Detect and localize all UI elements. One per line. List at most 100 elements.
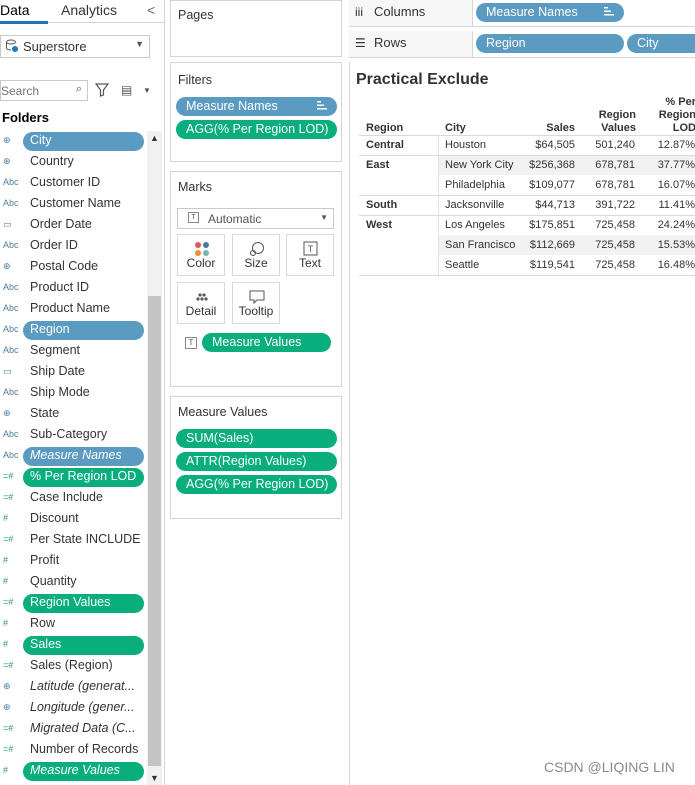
cell-region[interactable]: East [366,159,389,171]
cell-region-values[interactable]: 501,240 [576,139,635,151]
field-item[interactable]: ⊕ City [0,131,147,152]
cell-region-values[interactable]: 391,722 [576,199,635,211]
field-item[interactable]: ⊕ Country [0,152,147,173]
cell-pct-region-lod[interactable]: 15.53% [640,239,695,251]
tab-data[interactable]: Data [0,2,48,24]
field-item[interactable]: =# % Per Region LOD [0,467,147,488]
text-button[interactable]: T Text [286,234,334,276]
cell-sales[interactable]: $119,541 [510,259,575,271]
color-button[interactable]: Color [177,234,225,276]
scroll-down-icon[interactable]: ▼ [150,773,159,783]
cell-city[interactable]: Los Angeles [445,219,505,231]
field-item[interactable]: =# Sales (Region) [0,656,147,677]
scrollbar-thumb[interactable] [148,296,161,766]
field-item[interactable]: =# Per State INCLUDE [0,530,147,551]
cell-pct-region-lod[interactable]: 16.07% [640,179,695,191]
col-header-city[interactable]: City [445,122,466,135]
col-header-region-values[interactable]: Region Values [586,109,636,135]
field-item[interactable]: ⊕ Longitude (gener... [0,698,147,719]
cell-sales[interactable]: $109,077 [510,179,575,191]
cell-pct-region-lod[interactable]: 24.24% [640,219,695,231]
chevron-down-icon[interactable]: ▼ [143,86,151,95]
field-item[interactable]: Abc Product Name [0,299,147,320]
cell-region-values[interactable]: 725,458 [576,259,635,271]
field-item[interactable]: Abc Segment [0,341,147,362]
field-item[interactable]: Abc Region [0,320,147,341]
field-item[interactable]: =# Migrated Data (C... [0,719,147,740]
view-options-icon[interactable]: ▤ [121,83,132,97]
cell-region[interactable]: West [366,219,392,231]
col-header-pct-region-lod[interactable]: % Per Region LOD [646,96,695,135]
field-item[interactable]: ⊕ State [0,404,147,425]
field-item[interactable]: # Quantity [0,572,147,593]
field-search[interactable]: ⌕ [0,80,88,101]
rows-shelf[interactable]: ☰ Rows Region City [349,31,695,58]
cell-region-values[interactable]: 725,458 [576,219,635,231]
filter-pill-pct-region-lod[interactable]: AGG(% Per Region LOD) [176,120,337,139]
cell-region-values[interactable]: 678,781 [576,159,635,171]
filters-card[interactable]: Filters Measure Names AGG(% Per Region L… [170,62,342,162]
field-item[interactable]: Abc Sub-Category [0,425,147,446]
pages-card[interactable]: Pages [170,0,342,57]
detail-button[interactable]: Detail [177,282,225,324]
mv-pill-attr-region-values[interactable]: ATTR(Region Values) [176,452,337,471]
rows-pill-city[interactable]: City [627,34,695,53]
scroll-up-icon[interactable]: ▲ [150,133,159,143]
cell-pct-region-lod[interactable]: 37.77% [640,159,695,171]
cell-sales[interactable]: $256,368 [510,159,575,171]
cell-region-values[interactable]: 725,458 [576,239,635,251]
field-item[interactable]: =# Region Values [0,593,147,614]
col-header-region[interactable]: Region [366,122,403,135]
mv-pill-agg-pct-region-lod[interactable]: AGG(% Per Region LOD) [176,475,337,494]
cell-city[interactable]: Houston [445,139,486,151]
field-item[interactable]: Abc Ship Mode [0,383,147,404]
tab-analytics[interactable]: Analytics [61,2,117,18]
cell-pct-region-lod[interactable]: 11.41% [640,199,695,211]
field-item[interactable]: # Profit [0,551,147,572]
search-input[interactable] [1,81,71,100]
filter-pill-measure-names[interactable]: Measure Names [176,97,337,116]
columns-pill-measure-names[interactable]: Measure Names [476,3,624,22]
mark-type-select[interactable]: T Automatic ▼ [177,208,334,229]
cell-region-values[interactable]: 678,781 [576,179,635,191]
filter-icon[interactable] [95,83,109,97]
field-item[interactable]: ▭ Order Date [0,215,147,236]
cell-pct-region-lod[interactable]: 12.87% [640,139,695,151]
field-item[interactable]: =# Case Include [0,488,147,509]
cell-region[interactable]: South [366,199,397,211]
cell-sales[interactable]: $112,669 [510,239,575,251]
tooltip-button[interactable]: Tooltip [232,282,280,324]
cell-sales[interactable]: $44,713 [510,199,575,211]
cell-city[interactable]: Philadelphia [445,179,505,191]
datasource-select[interactable]: Superstore ▼ [0,35,150,58]
cell-city[interactable]: Jacksonville [445,199,504,211]
field-list-scrollbar[interactable]: ▲ ▼ [147,131,162,785]
size-button[interactable]: Size [232,234,280,276]
measure-values-card[interactable]: Measure Values SUM(Sales) ATTR(Region Va… [170,396,342,519]
cell-sales[interactable]: $64,505 [510,139,575,151]
cell-city[interactable]: San Francisco [445,239,515,251]
col-header-sales[interactable]: Sales [530,122,575,135]
field-item[interactable]: =# Number of Records [0,740,147,761]
columns-shelf[interactable]: iii Columns Measure Names [349,0,695,27]
field-item[interactable]: # Discount [0,509,147,530]
cell-pct-region-lod[interactable]: 16.48% [640,259,695,271]
cell-region[interactable]: Central [366,139,404,151]
field-item[interactable]: # Measure Values [0,761,147,782]
cell-city[interactable]: New York City [445,159,513,171]
cell-sales[interactable]: $175,851 [510,219,575,231]
field-item[interactable]: # Sales [0,635,147,656]
field-item[interactable]: ▭ Ship Date [0,362,147,383]
mv-pill-sum-sales[interactable]: SUM(Sales) [176,429,337,448]
collapse-pane-icon[interactable]: < [147,2,155,18]
cell-city[interactable]: Seattle [445,259,479,271]
field-item[interactable]: Abc Customer ID [0,173,147,194]
field-item[interactable]: ⊕ Postal Code [0,257,147,278]
field-item[interactable]: Abc Customer Name [0,194,147,215]
field-item[interactable]: ⊕ Latitude (generat... [0,677,147,698]
field-item[interactable]: Abc Order ID [0,236,147,257]
field-item[interactable]: Abc Measure Names [0,446,147,467]
field-item[interactable]: Abc Product ID [0,278,147,299]
rows-pill-region[interactable]: Region [476,34,624,53]
field-item[interactable]: # Row [0,614,147,635]
